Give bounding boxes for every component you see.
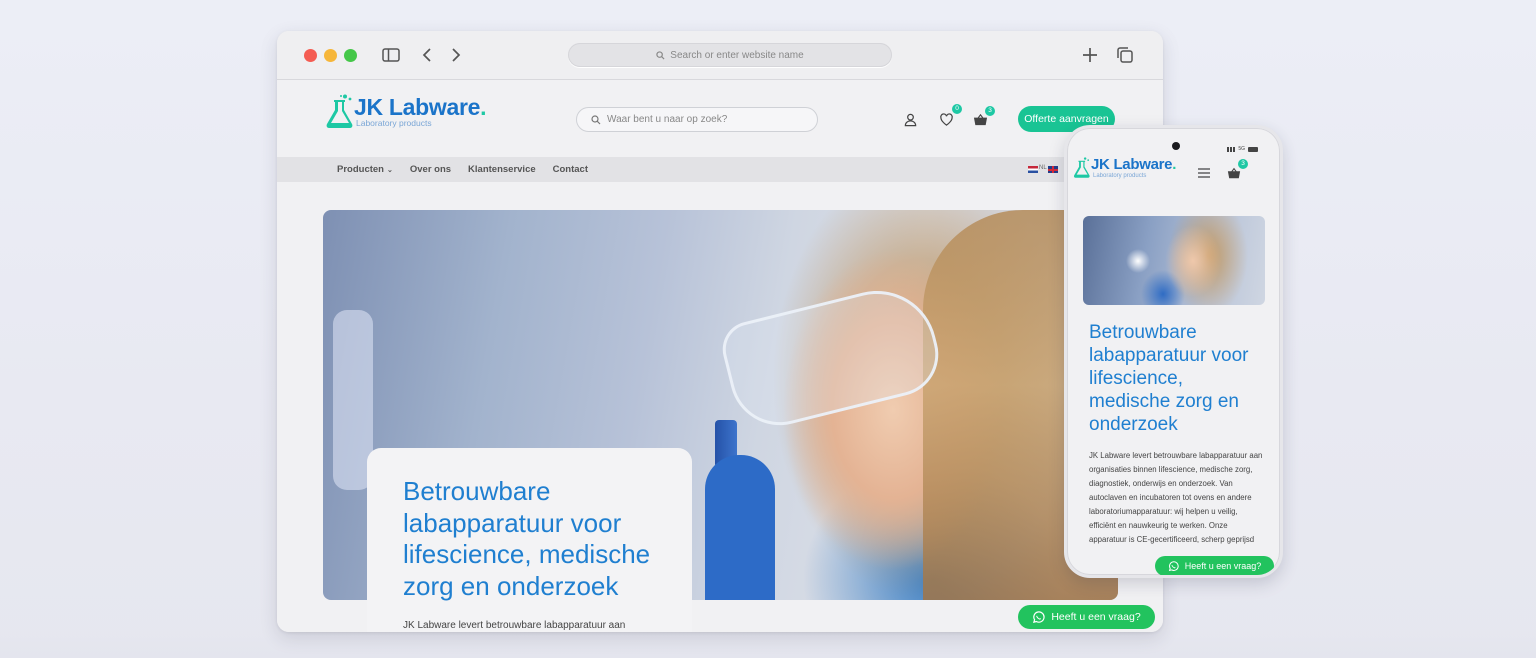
site-logo[interactable]: JK Labware. Laboratory products — [325, 94, 487, 130]
wishlist-count-badge: 0 — [952, 104, 962, 114]
hero-safety-goggles — [716, 278, 948, 436]
dutch-flag-icon[interactable] — [1028, 166, 1038, 173]
shopping-basket-icon[interactable] — [1227, 166, 1241, 180]
mobile-whatsapp-chat-button[interactable]: Heeft u een vraag? — [1155, 556, 1274, 575]
front-camera — [1172, 142, 1180, 150]
whatsapp-label: Heeft u een vraag? — [1184, 561, 1262, 571]
browser-toolbar: Search or enter website name — [277, 31, 1163, 80]
mobile-hero-description: JK Labware levert betrouwbare labapparat… — [1089, 451, 1263, 544]
battery-icon — [1248, 146, 1258, 152]
new-tab-plus-icon[interactable] — [1080, 45, 1100, 65]
hero-text-card: Betrouwbare labapparatuur voor lifescien… — [367, 448, 692, 632]
chevron-down-icon: ⌄ — [386, 167, 393, 174]
tab-overview-icon[interactable] — [1115, 45, 1135, 65]
mobile-hero-image — [1083, 216, 1265, 305]
forward-arrow-icon[interactable] — [445, 45, 465, 65]
account-user-icon[interactable] — [903, 112, 918, 127]
english-flag-icon[interactable] — [1048, 166, 1058, 173]
site-search-input[interactable]: Waar bent u naar op zoek? — [576, 107, 818, 132]
desktop-browser-window: Search or enter website name JK Labware.… — [277, 31, 1163, 632]
search-icon — [591, 114, 601, 124]
flask-logo-icon — [326, 94, 353, 128]
status-bar: 5G — [1227, 146, 1258, 152]
whatsapp-label: Heeft u een vraag? — [1051, 611, 1141, 623]
hamburger-menu-icon[interactable] — [1197, 166, 1211, 180]
mobile-hero-title: Betrouwbare labapparatuur voor lifescien… — [1089, 322, 1249, 435]
nav-item-producten[interactable]: Producten ⌄ — [337, 164, 393, 175]
hero-title: Betrouwbare labapparatuur voor lifescien… — [403, 476, 651, 601]
wishlist-heart-icon[interactable] — [939, 112, 954, 127]
close-window-button[interactable] — [304, 49, 317, 62]
nav-item-contact[interactable]: Contact — [553, 164, 588, 175]
brand-tagline: Laboratory products — [1093, 173, 1147, 179]
brand-tagline: Laboratory products — [356, 118, 432, 128]
site-search-placeholder: Waar bent u naar op zoek? — [607, 114, 728, 125]
hero-description: JK Labware levert betrouwbare labapparat… — [403, 620, 626, 631]
address-bar-placeholder: Search or enter website name — [670, 49, 804, 61]
sidebar-toggle-icon[interactable] — [381, 45, 401, 65]
whatsapp-chat-button[interactable]: Heeft u een vraag? — [1018, 605, 1155, 629]
signal-bars-icon — [1227, 146, 1236, 152]
nav-item-over-ons[interactable]: Over ons — [410, 164, 451, 175]
maximize-window-button[interactable] — [344, 49, 357, 62]
whatsapp-icon — [1033, 610, 1045, 623]
address-bar[interactable]: Search or enter website name — [568, 43, 892, 67]
background-floor — [0, 628, 1536, 658]
brand-name: JK Labware. — [1091, 156, 1177, 173]
cart-count-badge: 3 — [1238, 159, 1248, 169]
whatsapp-icon — [1168, 560, 1179, 571]
mobile-hero-content: Betrouwbare labapparatuur voor lifescien… — [1089, 321, 1264, 547]
flask-logo-icon — [1073, 157, 1090, 178]
search-icon — [656, 50, 665, 60]
mobile-site-logo[interactable]: JK Labware. Laboratory products — [1073, 156, 1176, 180]
back-arrow-icon[interactable] — [418, 45, 438, 65]
cart-count-badge: 3 — [985, 106, 995, 116]
brand-name: JK Labware. — [354, 94, 487, 120]
language-label: NL — [1039, 165, 1047, 171]
website-viewport: JK Labware. Laboratory products Waar ben… — [277, 80, 1163, 632]
nav-item-klantenservice[interactable]: Klantenservice — [468, 164, 536, 175]
network-label: 5G — [1238, 146, 1245, 152]
hero-blue-glove — [705, 455, 775, 600]
minimize-window-button[interactable] — [324, 49, 337, 62]
mobile-phone-frame: 5G JK Labware. Laboratory products 3 Bet… — [1064, 125, 1283, 578]
